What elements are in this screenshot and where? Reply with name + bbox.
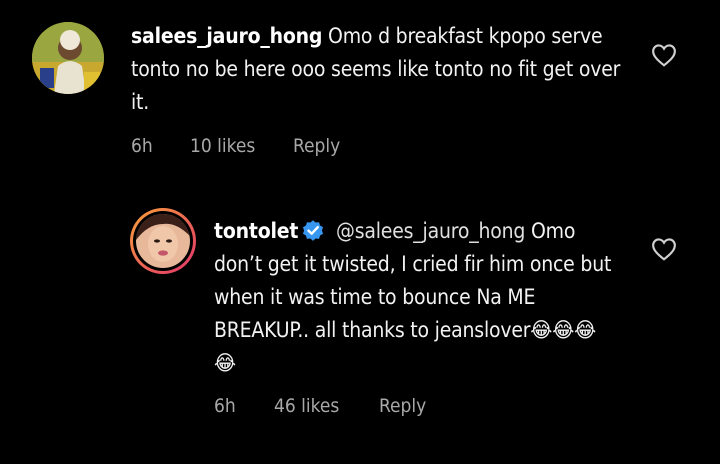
- comment-meta: 6h 10 likes Reply: [131, 135, 391, 159]
- heart-outline-icon[interactable]: [651, 43, 677, 67]
- comment-likes[interactable]: 10 likes: [190, 135, 255, 157]
- comment-username[interactable]: salees_jauro_hong: [131, 24, 322, 48]
- avatar-photo: [136, 214, 190, 268]
- reply-username[interactable]: tontolet: [214, 219, 298, 243]
- comment-1: salees_jauro_hong Omo d breakfast kpopo …: [0, 0, 720, 200]
- reply-mention[interactable]: @salees_jauro_hong: [336, 219, 525, 243]
- reply-time: 6h: [214, 395, 236, 417]
- avatar-story-ring[interactable]: [130, 208, 196, 274]
- comment-text: salees_jauro_hong Omo d breakfast kpopo …: [131, 20, 631, 119]
- comment-2: tontolet @salees_jauro_hong Omo don’t ge…: [0, 200, 720, 464]
- reply-likes[interactable]: 46 likes: [274, 395, 339, 417]
- reply-button[interactable]: Reply: [379, 395, 426, 417]
- reply-button[interactable]: Reply: [293, 135, 340, 157]
- avatar[interactable]: [32, 22, 104, 94]
- comment-time: 6h: [131, 135, 153, 157]
- avatar-photo: [32, 22, 104, 94]
- reply-text: tontolet @salees_jauro_hong Omo don’t ge…: [214, 215, 614, 380]
- verified-badge-icon: [303, 220, 324, 241]
- heart-outline-icon[interactable]: [651, 237, 677, 261]
- reply-meta: 6h 46 likes Reply: [214, 395, 474, 419]
